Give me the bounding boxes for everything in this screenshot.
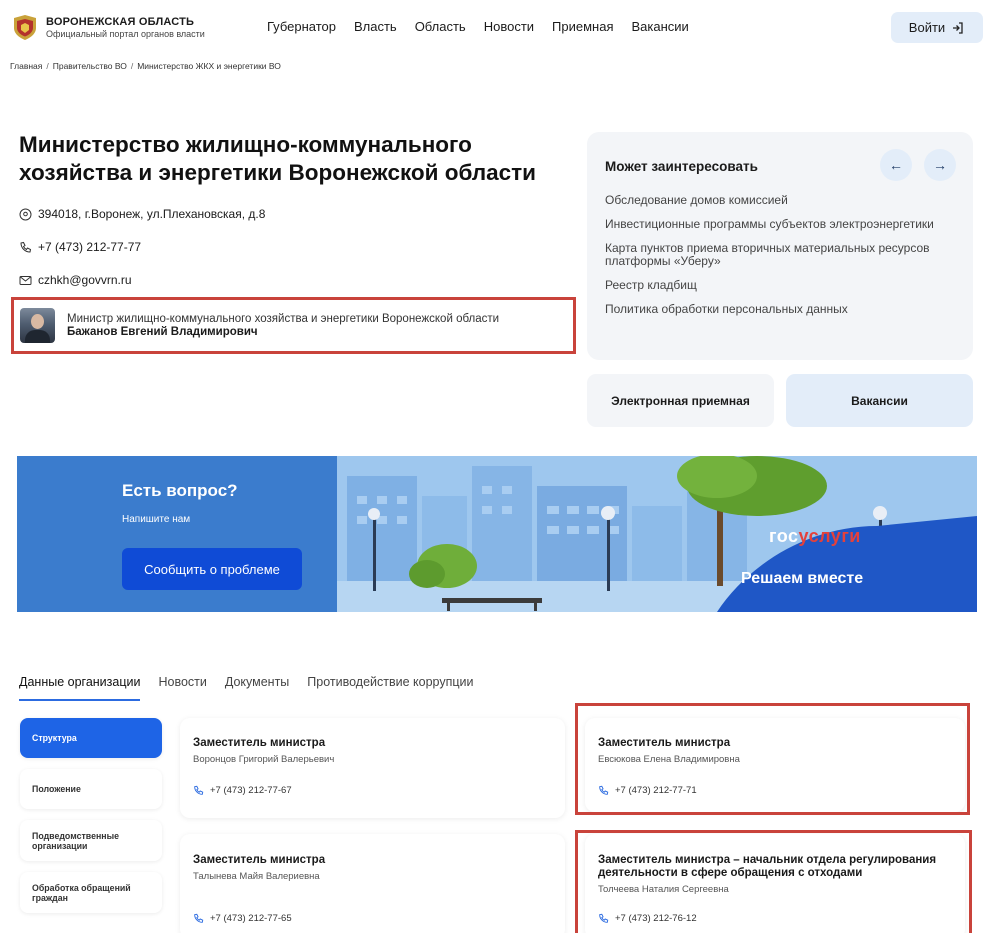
- login-button[interactable]: Войти: [891, 12, 983, 43]
- arrow-left-icon: ←: [889, 157, 903, 173]
- page-title: Министерство жилищно-коммунального хозяй…: [19, 132, 537, 185]
- email-text[interactable]: czhkh@govvrn.ru: [38, 273, 132, 287]
- side-item-regulation[interactable]: Положение: [20, 769, 162, 809]
- breadcrumb-home[interactable]: Главная: [10, 61, 42, 71]
- phone-icon: [599, 913, 609, 923]
- card-title: Заместитель министра – начальник отдела …: [598, 854, 937, 879]
- phone-row[interactable]: +7 (473) 212-77-77: [19, 240, 141, 254]
- interest-title: Может заинтересовать: [605, 159, 758, 174]
- phone-text[interactable]: +7 (473) 212-77-77: [38, 240, 141, 254]
- vacancies-label: Вакансии: [851, 393, 908, 408]
- tab-documents[interactable]: Документы: [225, 675, 289, 701]
- site-logo[interactable]: ВОРОНЕЖСКАЯ ОБЛАСТЬ Официальный портал о…: [10, 12, 205, 42]
- banner-question: Есть вопрос?: [122, 481, 238, 500]
- card-name: Воронцов Григорий Валерьевич: [193, 754, 335, 765]
- tab-news[interactable]: Новости: [158, 675, 206, 701]
- interest-links: Обследование домов комиссией Инвестицион…: [605, 194, 960, 327]
- minister-photo: [20, 308, 55, 343]
- card-phone[interactable]: +7 (473) 212-77-65: [193, 913, 552, 924]
- email-row[interactable]: czhkh@govvrn.ru: [19, 273, 132, 287]
- card-title: Заместитель министра: [598, 737, 731, 749]
- brand-subtitle: Официальный портал органов власти: [46, 28, 205, 39]
- card-phone[interactable]: +7 (473) 212-77-67: [193, 785, 552, 796]
- org-tabs: Данные организации Новости Документы Про…: [19, 675, 474, 701]
- next-arrow-button[interactable]: →: [924, 149, 956, 181]
- side-item-structure[interactable]: Структура: [20, 718, 162, 758]
- interest-panel: Может заинтересовать ← → Обследование до…: [587, 132, 973, 360]
- deputy-card[interactable]: Заместитель министра Воронцов Григорий В…: [180, 718, 565, 818]
- coat-of-arms-icon: [14, 15, 36, 40]
- breadcrumb: Главная / Правительство ВО / Министерств…: [10, 61, 281, 71]
- phone-icon: [20, 241, 32, 253]
- card-name: Талынева Майя Валериевна: [193, 871, 320, 882]
- nav-news[interactable]: Новости: [484, 19, 534, 34]
- interest-link[interactable]: Инвестиционные программы субъектов элект…: [605, 218, 960, 231]
- nav-reception[interactable]: Приемная: [552, 19, 613, 34]
- minister-name[interactable]: Бажанов Евгений Владимирович: [67, 326, 499, 338]
- deputy-card[interactable]: Заместитель министра Талынева Майя Валер…: [180, 834, 565, 933]
- reception-button[interactable]: Электронная приемная: [587, 374, 774, 427]
- report-problem-button[interactable]: Сообщить о проблеме: [122, 548, 302, 590]
- side-item-subordinate[interactable]: Подведомственные организации: [20, 820, 162, 861]
- phone-icon: [599, 785, 609, 795]
- breadcrumb-separator: /: [130, 61, 134, 71]
- prev-arrow-button[interactable]: ←: [880, 149, 912, 181]
- deputy-card[interactable]: Заместитель министра – начальник отдела …: [585, 834, 965, 933]
- interest-link[interactable]: Карта пунктов приема вторичных материаль…: [605, 242, 960, 268]
- nav-region[interactable]: Область: [415, 19, 466, 34]
- card-phone[interactable]: +7 (473) 212-77-71: [598, 785, 952, 796]
- card-title: Заместитель министра: [193, 854, 326, 866]
- tab-org-data[interactable]: Данные организации: [19, 675, 141, 701]
- login-icon: [953, 21, 963, 34]
- feedback-banner: Есть вопрос? Напишите нам Сообщить о про…: [17, 456, 977, 612]
- interest-link[interactable]: Политика обработки персональных данных: [605, 303, 960, 316]
- card-phone[interactable]: +7 (473) 212-76-12: [598, 913, 952, 924]
- site-header: ВОРОНЕЖСКАЯ ОБЛАСТЬ Официальный портал о…: [0, 0, 991, 56]
- address-row: 394018, г.Воронеж, ул.Плехановская, д.8: [19, 207, 265, 221]
- gosuslugi-slogan: Решаем вместе: [741, 570, 864, 587]
- interest-link[interactable]: Реестр кладбищ: [605, 279, 960, 292]
- deputy-card[interactable]: Заместитель министра Евсюкова Елена Влад…: [585, 718, 965, 812]
- location-pin-icon: [19, 208, 32, 220]
- nav-power[interactable]: Власть: [354, 19, 397, 34]
- card-name: Толчеева Наталия Сергеевна: [598, 884, 729, 895]
- vacancies-button[interactable]: Вакансии: [786, 374, 973, 427]
- banner-subtitle: Напишите нам: [122, 514, 191, 525]
- reception-label: Электронная приемная: [611, 393, 750, 408]
- report-problem-label: Сообщить о проблеме: [144, 561, 280, 577]
- address-text: 394018, г.Воронеж, ул.Плехановская, д.8: [38, 207, 266, 221]
- gosuslugi-logo: госуслуги: [769, 526, 861, 546]
- breadcrumb-separator: /: [46, 61, 49, 71]
- mail-icon: [19, 275, 32, 285]
- arrow-right-icon: →: [933, 157, 947, 173]
- card-title: Заместитель министра: [193, 737, 326, 749]
- main-nav: Губернатор Власть Область Новости Приемн…: [267, 19, 689, 34]
- side-item-appeals[interactable]: Обработка обращений граждан: [20, 872, 162, 913]
- nav-governor[interactable]: Губернатор: [267, 19, 336, 34]
- breadcrumb-current: Министерство ЖКХ и энергетики ВО: [137, 61, 281, 71]
- minister-role: Министр жилищно-коммунального хозяйства …: [67, 313, 500, 325]
- breadcrumb-government[interactable]: Правительство ВО: [53, 61, 127, 71]
- interest-link[interactable]: Обследование домов комиссией: [605, 194, 960, 207]
- card-name: Евсюкова Елена Владимировна: [598, 754, 740, 765]
- login-label: Войти: [908, 20, 946, 35]
- phone-icon: [194, 785, 204, 795]
- brand-title: ВОРОНЕЖСКАЯ ОБЛАСТЬ: [46, 15, 195, 28]
- phone-icon: [194, 913, 204, 923]
- nav-vacancies[interactable]: Вакансии: [632, 19, 689, 34]
- minister-block[interactable]: Министр жилищно-коммунального хозяйства …: [11, 297, 576, 354]
- tab-anticorruption[interactable]: Противодействие коррупции: [307, 675, 473, 701]
